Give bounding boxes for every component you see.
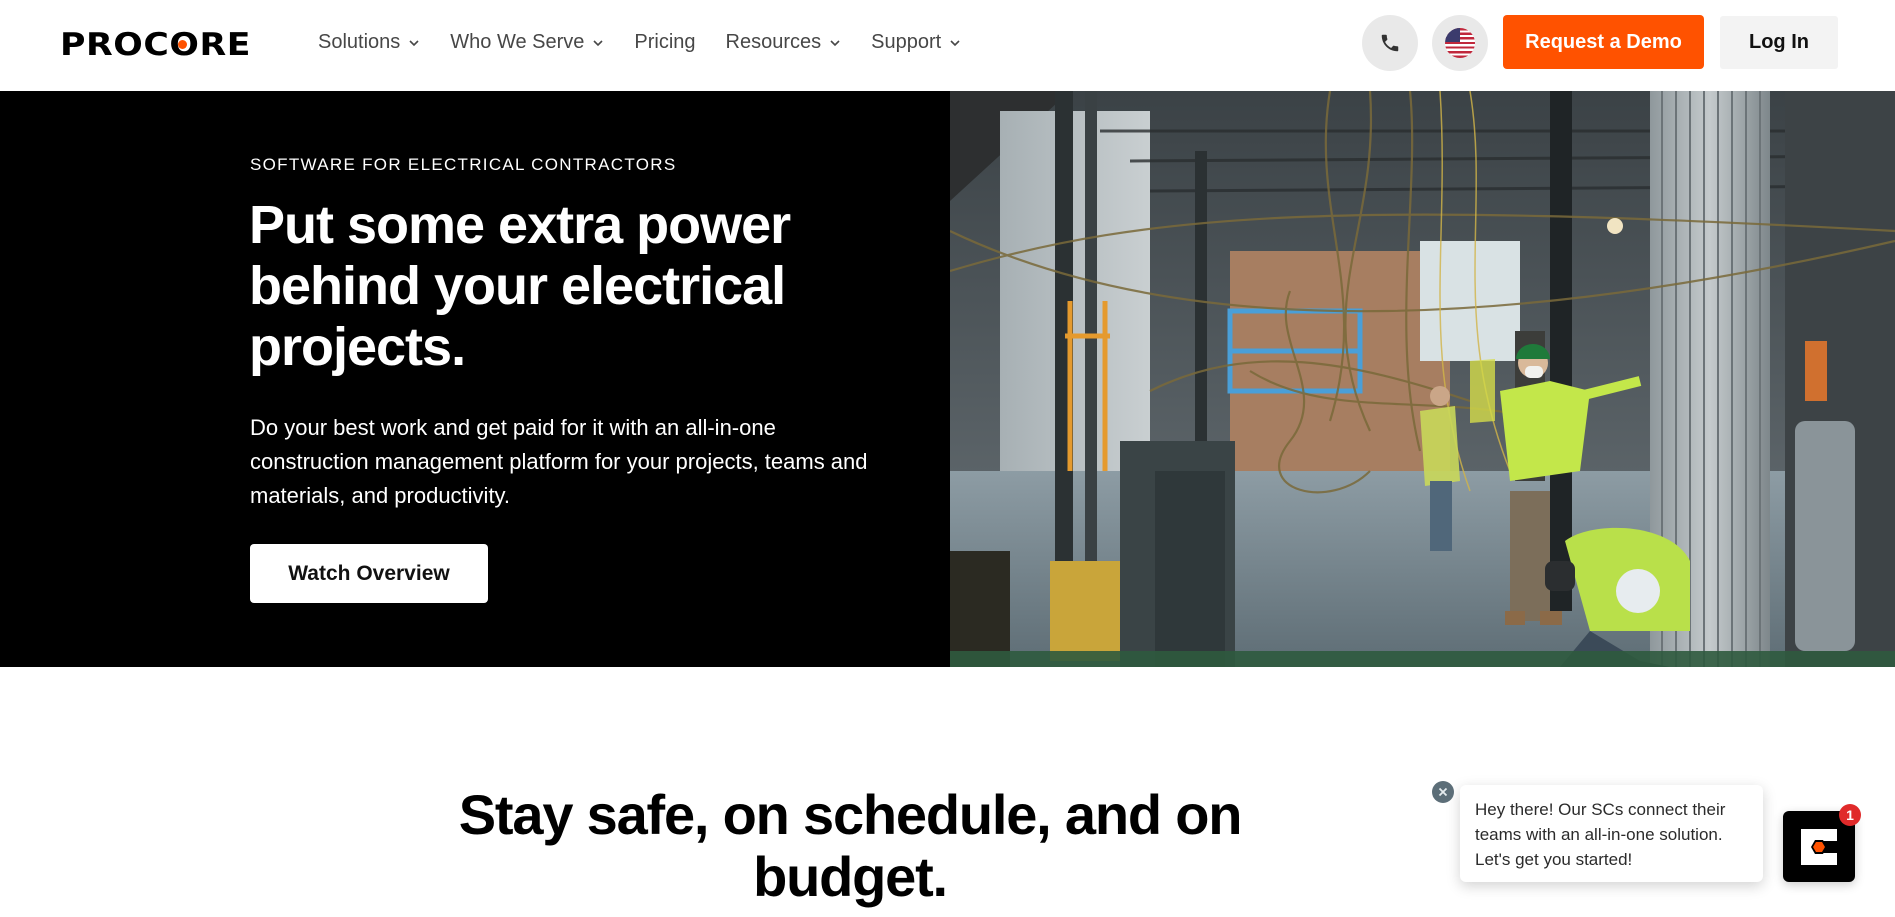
nav-who-we-serve[interactable]: Who We Serve [450,31,604,54]
hero-title: Put some extra power behind your electri… [249,195,791,377]
nav-label: Who We Serve [450,30,585,53]
logo-dot-icon [178,40,187,49]
hero-section: SOFTWARE FOR ELECTRICAL CONTRACTORS Put … [0,91,1895,667]
main-nav: Solutions Who We Serve Pricing Resources… [318,0,991,84]
construction-site-illustration [950,91,1895,667]
chevron-down-icon [593,40,603,47]
chevron-down-icon [950,40,960,47]
hero-description: Do your best work and get paid for it wi… [250,415,868,508]
nav-label: Support [871,30,942,53]
chat-message-text: Hey there! Our SCs connect their teams w… [1475,800,1726,869]
hero-image [950,91,1895,667]
region-selector-button[interactable] [1432,15,1488,71]
phone-icon [1381,34,1399,52]
procore-logo[interactable]: PROCORE [60,30,251,61]
chevron-down-icon [409,40,419,47]
nav-label: Resources [725,30,822,53]
nav-label: Solutions [318,30,401,53]
close-icon [1438,787,1448,797]
chat-notification-badge: 1 [1839,804,1861,826]
chat-close-button[interactable] [1432,781,1454,803]
chat-message-bubble[interactable]: Hey there! Our SCs connect their teams w… [1460,785,1763,882]
nav-label: Pricing [634,30,696,53]
login-button[interactable]: Log In [1720,16,1838,69]
nav-solutions[interactable]: Solutions [318,31,420,54]
watch-overview-button[interactable]: Watch Overview [250,544,488,603]
chevron-down-icon [830,40,840,47]
nav-pricing[interactable]: Pricing [634,31,695,54]
section-title: Stay safe, on schedule, and on budget. [458,783,1243,908]
site-header: PROCORE Solutions Who We Serve Pricing R… [0,0,1895,91]
nav-resources[interactable]: Resources [726,31,842,54]
request-demo-button[interactable]: Request a Demo [1503,15,1704,69]
procore-chat-icon [1801,828,1837,865]
logo-text: PROCORE [60,27,252,63]
hero-eyebrow: SOFTWARE FOR ELECTRICAL CONTRACTORS [250,155,677,174]
us-flag-icon [1445,28,1475,58]
phone-button[interactable] [1362,15,1418,71]
nav-support[interactable]: Support [871,31,961,54]
